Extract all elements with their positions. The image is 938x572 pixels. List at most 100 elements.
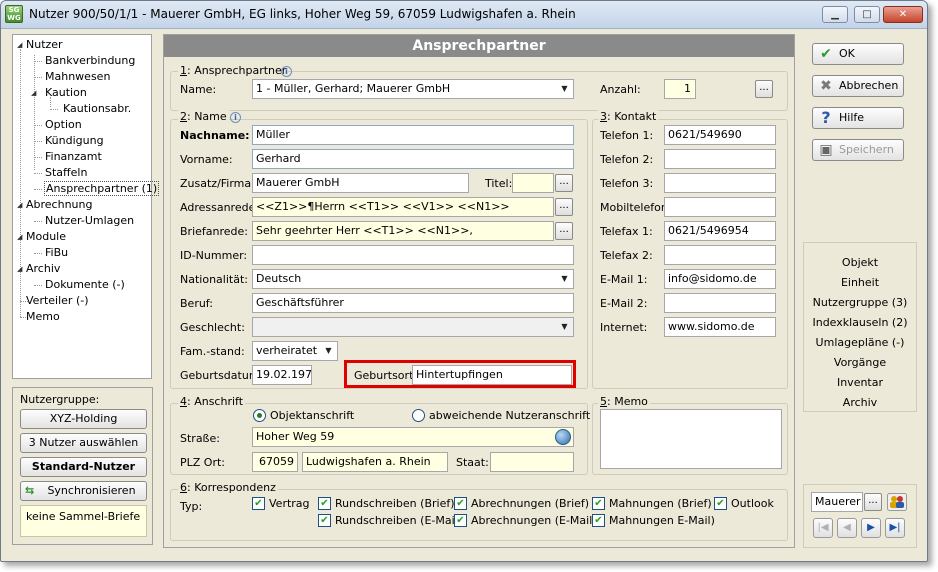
collapse-icon[interactable]: ◢ [17,233,22,241]
tree-item-module[interactable]: Module [26,230,66,243]
tree-item-fibu[interactable]: FiBu [45,246,68,259]
tree-item-kautionsabr[interactable]: Kautionsabr. [63,102,131,115]
tree-item-nutzer[interactable]: Nutzer [26,38,63,51]
select-users-button[interactable]: 3 Nutzer auswählen [20,433,147,453]
tree-item-finanzamt[interactable]: Finanzamt [45,150,102,163]
geburtsdatum-field[interactable]: 19.02.1975 [252,365,312,385]
main-window: SG WG Nutzer 900/50/1/1 - Mauerer GmbH, E… [0,0,928,562]
first-record-button[interactable]: |◀ [813,518,833,538]
rundschreiben-email-checkbox[interactable]: ✔ [318,514,331,527]
ort-field[interactable]: Ludwigshafen a. Rhein [302,452,448,472]
abrechnungen-brief-checkbox[interactable]: ✔ [454,497,467,510]
holding-button[interactable]: XYZ-Holding [20,409,147,429]
save-button[interactable]: ▣ Speichern [812,139,904,161]
tree-item-dokumente[interactable]: Dokumente (-) [45,278,125,291]
tree-item-kuendigung[interactable]: Kündigung [45,134,104,147]
tree-item-nutzer-umlagen[interactable]: Nutzer-Umlagen [45,214,134,227]
link-archiv[interactable]: Archiv [804,396,916,409]
globe-icon[interactable] [555,429,571,445]
strasse-field[interactable]: Hoher Weg 59 [252,427,574,447]
mahnungen-email-checkbox[interactable]: ✔ [592,514,605,527]
vorname-field[interactable]: Gerhard [252,149,574,169]
tree-item-staffeln[interactable]: Staffeln [45,166,87,179]
rundschreiben-brief-label: Rundschreiben (Brief) [335,497,455,510]
staat-field[interactable] [490,452,574,472]
rundschreiben-brief-checkbox[interactable]: ✔ [318,497,331,510]
standard-user-button[interactable]: Standard-Nutzer [20,457,147,477]
abweichende-anschrift-radio[interactable] [412,409,425,422]
geschlecht-select[interactable]: ▼ [252,317,574,337]
close-button[interactable]: ✕ [883,6,923,23]
next-record-button[interactable]: ▶ [861,518,881,538]
telefon1-field[interactable]: 0621/549690 [664,125,776,145]
briefanrede-more-button[interactable]: ... [555,222,573,240]
tree-item-memo[interactable]: Memo [26,310,60,323]
adressanrede-field[interactable]: <<Z1>>¶Herrn <<T1>> <<V1>> <<N1>> [252,197,554,217]
navigator-more-button[interactable]: ... [864,493,882,511]
link-einheit[interactable]: Einheit [804,276,916,289]
vertrag-checkbox[interactable]: ✔ [252,497,265,510]
memo-field[interactable] [600,409,782,469]
sync-button[interactable]: ⇆ Synchronisieren [20,481,147,501]
link-inventar[interactable]: Inventar [804,376,916,389]
link-nutzergruppe-3[interactable]: Nutzergruppe (3) [804,296,916,309]
titel-field[interactable] [512,173,554,193]
abrechnungen-email-checkbox[interactable]: ✔ [454,514,467,527]
telefax2-field[interactable] [664,245,776,265]
telefon2-field[interactable] [664,149,776,169]
ok-button[interactable]: ✔ OK [812,43,904,65]
collapse-icon[interactable]: ◢ [17,41,22,49]
telefax1-field[interactable]: 0621/5496954 [664,221,776,241]
tree-item-option[interactable]: Option [45,118,82,131]
previous-record-button[interactable]: ◀ [837,518,857,538]
tree-item-ansprechpartner[interactable]: Ansprechpartner (1) [43,181,160,196]
navigator-search-field[interactable]: Mauerer [811,492,863,512]
users-icon[interactable] [887,493,907,511]
mobiltelefon-field[interactable] [664,197,776,217]
famstand-select[interactable]: verheiratet ▼ [252,341,338,361]
adressanrede-more-button[interactable]: ... [555,198,573,216]
beruf-field[interactable]: Geschäftsführer [252,293,574,313]
collapse-icon[interactable]: ◢ [17,265,22,273]
collapse-icon[interactable]: ◢ [17,201,22,209]
collapse-icon[interactable]: ◢ [31,89,36,97]
email1-field[interactable]: info@sidomo.de [664,269,776,289]
last-record-button[interactable]: ▶| [885,518,905,538]
tree-item-mahnwesen[interactable]: Mahnwesen [45,70,110,83]
email2-field[interactable] [664,293,776,313]
tree-item-kaution[interactable]: Kaution [45,86,87,99]
outlook-checkbox[interactable]: ✔ [714,497,727,510]
mahnungen-email-label: Mahnungen E-Mail) [609,514,715,527]
nationalitaet-select[interactable]: Deutsch ▼ [252,269,574,289]
navigation-tree: ◢ Nutzer Bankverbindung Mahnwesen ◢ Kaut… [12,34,160,379]
ansprechpartner-select[interactable]: 1 - Müller, Gerhard; Mauerer GmbH ▼ [252,79,574,99]
anzahl-more-button[interactable]: ... [755,80,773,98]
info-icon[interactable]: i [281,66,292,77]
tree-item-abrechnung[interactable]: Abrechnung [26,198,92,211]
cancel-button[interactable]: ✖ Abbrechen [812,75,904,97]
link-indexklauseln-2[interactable]: Indexklauseln (2) [804,316,916,329]
geburtsort-field[interactable]: Hintertupfingen [412,365,572,385]
idnummer-field[interactable] [252,245,574,265]
internet-field[interactable]: www.sidomo.de [664,317,776,337]
minimize-button[interactable]: ▁ [822,6,848,23]
help-button[interactable]: ? Hilfe [812,107,904,129]
nachname-field[interactable]: Müller [252,125,574,145]
tree-item-archiv[interactable]: Archiv [26,262,60,275]
objektanschrift-radio[interactable] [253,409,266,422]
briefanrede-field[interactable]: Sehr geehrter Herr <<T1>> <<N1>>, [252,221,554,241]
mahnungen-brief-checkbox[interactable]: ✔ [592,497,605,510]
link-vorgänge[interactable]: Vorgänge [804,356,916,369]
strasse-value: Hoher Weg 59 [256,430,335,443]
link-umlagepläne[interactable]: Umlagepläne (-) [804,336,916,349]
maximize-button[interactable]: □ [854,6,880,23]
link-objekt[interactable]: Objekt [804,256,916,269]
info-icon[interactable]: i [230,112,241,123]
tree-item-verteiler[interactable]: Verteiler (-) [26,294,89,307]
tree-item-bankverbindung[interactable]: Bankverbindung [45,54,135,67]
plz-field[interactable]: 67059 [252,452,298,472]
telefon3-field[interactable] [664,173,776,193]
zusatz-field[interactable]: Mauerer GmbH [252,173,469,193]
titel-more-button[interactable]: ... [555,174,573,192]
objektanschrift-label: Objektanschrift [270,409,355,422]
